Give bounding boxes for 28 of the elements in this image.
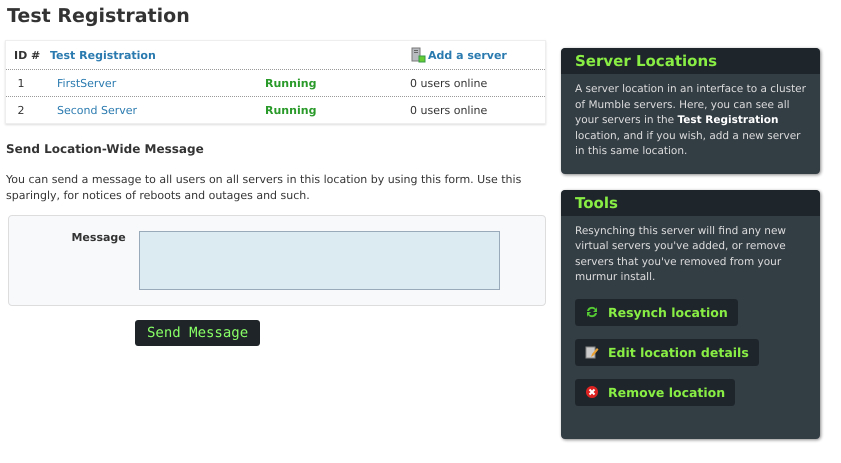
panel-text: Resynching this server will find any new virtual servers you've added, or remove servers that you've removed from your murmur install.	[575, 224, 787, 285]
server-add-icon	[410, 47, 426, 63]
send-message-button[interactable]: Send Message	[135, 320, 260, 346]
status-cell-text: Running	[265, 104, 318, 116]
tool-button[interactable]: Edit location details	[575, 338, 759, 366]
table-cell: 0 users online	[410, 104, 488, 116]
edit-icon	[585, 345, 599, 359]
location-link[interactable]: Test Registration	[50, 48, 265, 62]
section-heading: Send Location-Wide Message	[6, 142, 205, 156]
field-label: Message	[70, 231, 126, 246]
close-icon	[585, 385, 599, 399]
server-link[interactable]: FirstServer	[50, 76, 265, 90]
panel-title: Server Locations	[561, 48, 820, 74]
table-cell-text: 1	[16, 76, 26, 90]
server-link[interactable]: Second Server	[50, 104, 265, 116]
status-cell-text: Running	[265, 76, 318, 90]
section-description: You can send a message to all users on all servers in this location by using this form. Use this sparingly, for notices of reboots and outages and such.	[6, 172, 522, 204]
column-header: ID #	[13, 48, 42, 62]
page-title: Test Registration	[7, 5, 191, 27]
tool-button[interactable]: Remove location	[575, 378, 736, 406]
tool-button[interactable]: Resynch location	[575, 298, 738, 326]
panel-title: Tools	[561, 190, 820, 216]
message-field[interactable]	[138, 231, 500, 290]
table-cell: 0 users online	[410, 76, 488, 90]
add-server-link[interactable]: Add a server	[410, 47, 507, 63]
refresh-icon	[585, 305, 599, 319]
panel-text: A server location in an interface to a cluster of Mumble servers. Here, you can see all your servers in the Test Registration location, and if you wish, add a new server in this same location.	[575, 82, 806, 159]
table-cell-text: 2	[16, 104, 26, 116]
